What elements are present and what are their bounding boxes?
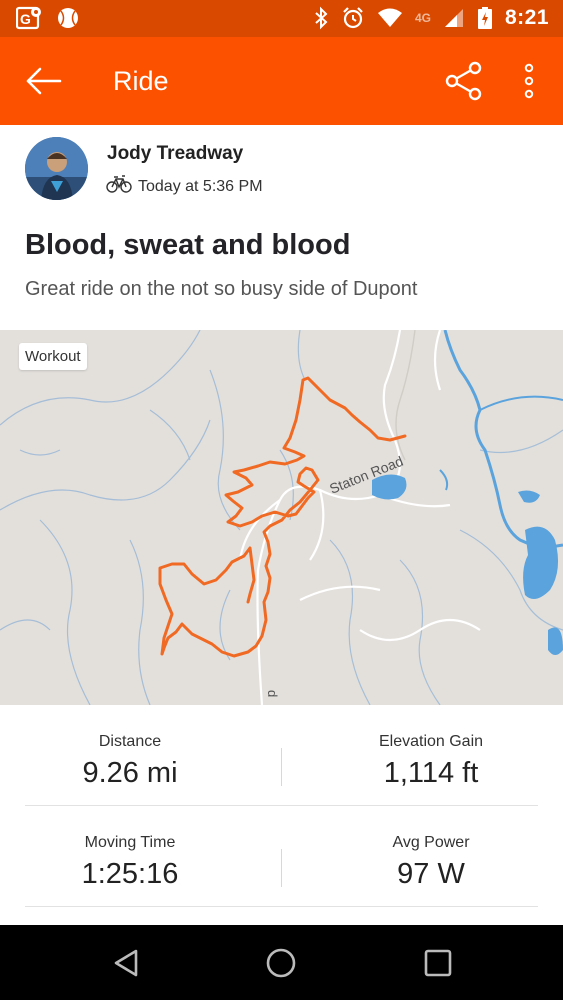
activity-meta: Today at 5:36 PM <box>106 175 263 198</box>
avatar[interactable] <box>25 137 88 200</box>
stat-value: 9.26 mi <box>82 757 178 789</box>
network-type-label: 4G <box>414 11 431 25</box>
divider <box>281 748 282 786</box>
nav-home-icon[interactable] <box>265 947 297 979</box>
alarm-icon <box>341 6 365 30</box>
stat-avg-power: Avg Power 97 W <box>316 834 546 891</box>
map-badge: Workout <box>19 343 87 370</box>
status-bar: G 4G 8:21 <box>0 0 563 37</box>
bluetooth-icon <box>313 6 329 30</box>
nav-back-icon[interactable] <box>110 947 142 979</box>
activity-description: Great ride on the not so busy side of Du… <box>25 278 418 300</box>
activity-timestamp: Today at 5:36 PM <box>138 177 263 195</box>
stat-value: 1,114 ft <box>383 757 479 789</box>
battery-icon <box>477 6 493 30</box>
stat-row: Moving Time 1:25:16 Avg Power 97 W <box>25 806 538 907</box>
back-arrow-icon[interactable] <box>24 63 64 99</box>
activity-title: Blood, sweat and blood <box>25 229 351 261</box>
more-vert-icon[interactable] <box>519 61 539 101</box>
route-line <box>158 376 407 658</box>
athlete-name[interactable]: Jody Treadway <box>107 143 243 165</box>
status-time: 8:21 <box>504 6 549 29</box>
system-nav-bar <box>0 925 563 1000</box>
stat-value: 1:25:16 <box>81 858 179 890</box>
map-graphic: Staton Road d <box>0 330 563 705</box>
app-bar: Ride <box>0 37 563 125</box>
page-title: Ride <box>113 66 169 96</box>
stat-elevation-gain: Elevation Gain 1,114 ft <box>316 733 546 790</box>
nav-recents-icon[interactable] <box>422 947 454 979</box>
stat-moving-time: Moving Time 1:25:16 <box>15 834 245 891</box>
wifi-icon <box>377 7 403 29</box>
stats-grid: Distance 9.26 mi Elevation Gain 1,114 ft… <box>25 705 538 907</box>
route-map[interactable]: Staton Road d Workout <box>0 330 563 705</box>
stat-label: Avg Power <box>392 834 470 851</box>
road-label-fragment: d <box>265 690 280 697</box>
google-maps-icon: G <box>16 6 42 30</box>
baseball-icon <box>56 6 80 30</box>
divider <box>281 849 282 887</box>
signal-icon <box>443 7 465 29</box>
stat-label: Distance <box>98 733 162 750</box>
stat-label: Moving Time <box>84 834 176 851</box>
stat-label: Elevation Gain <box>378 733 484 750</box>
svg-text:G: G <box>20 11 31 27</box>
stat-value: 97 W <box>397 858 465 890</box>
stat-row: Distance 9.26 mi Elevation Gain 1,114 ft <box>25 705 538 806</box>
bike-icon <box>106 175 132 198</box>
share-icon[interactable] <box>444 61 484 101</box>
stat-distance: Distance 9.26 mi <box>15 733 245 790</box>
